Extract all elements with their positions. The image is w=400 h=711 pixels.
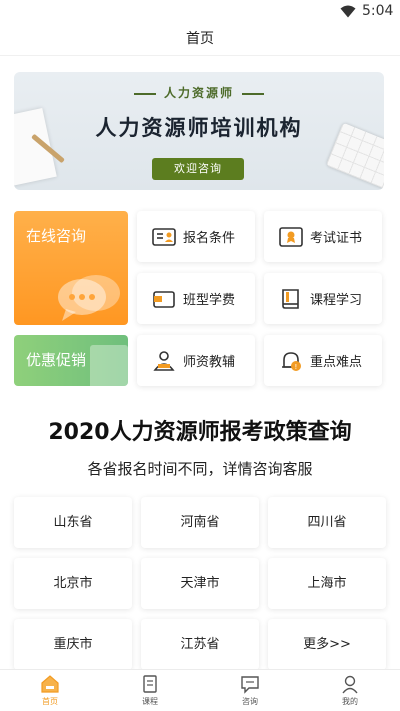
menu-key-difficulties[interactable]: ! 重点难点: [264, 335, 382, 386]
menu-enroll-conditions[interactable]: 报名条件: [137, 211, 255, 262]
alert-bell-icon: !: [282, 351, 301, 371]
wifi-icon: [340, 5, 356, 18]
province-tianjin[interactable]: 天津市: [141, 558, 259, 609]
province-sichuan[interactable]: 四川省: [268, 497, 386, 548]
menu-exam-certificate[interactable]: 考试证书: [264, 211, 382, 262]
menu-label: 考试证书: [310, 231, 363, 246]
page-title: 首页: [0, 24, 400, 56]
menu-label: 重点难点: [310, 355, 363, 370]
tab-course[interactable]: 课程: [120, 674, 180, 707]
course-icon: [143, 675, 157, 693]
tab-home[interactable]: 首页: [20, 674, 80, 707]
menu-label: 课程学习: [310, 293, 363, 308]
home-icon: [41, 675, 59, 693]
online-consult-tile[interactable]: 在线咨询: [14, 211, 128, 325]
consult-icon: [241, 676, 259, 694]
tab-label: 课程: [142, 697, 158, 706]
tab-label: 我的: [342, 697, 358, 706]
banner-title: 人力资源师培训机构: [95, 116, 303, 140]
wallet-icon: [153, 290, 175, 308]
svg-text:!: !: [295, 363, 298, 371]
banner-subtitle: 人力资源师: [14, 84, 384, 101]
online-consult-label: 在线咨询: [26, 227, 87, 245]
menu-label: 师资教辅: [183, 355, 236, 370]
id-card-icon: [152, 227, 176, 246]
menu-class-tuition[interactable]: 班型学费: [137, 273, 255, 324]
status-bar: 5:04: [0, 0, 400, 24]
menu-label: 班型学费: [183, 293, 236, 308]
document-icon: [90, 345, 128, 386]
policy-subtitle: 各省报名时间不同，详情咨询客服: [87, 460, 313, 478]
province-shanghai[interactable]: 上海市: [268, 558, 386, 609]
tab-profile[interactable]: 我的: [320, 674, 380, 707]
banner-consult-button[interactable]: 欢迎咨询: [152, 158, 244, 180]
teacher-icon: [153, 350, 175, 371]
bottom-tab-bar: 首页 课程 咨询 我的: [0, 669, 400, 711]
province-jiangsu[interactable]: 江苏省: [141, 619, 259, 670]
policy-title: 2020人力资源师报考政策查询: [48, 420, 352, 445]
promo-banner[interactable]: 人力资源师 人力资源师培训机构 欢迎咨询: [14, 72, 384, 190]
province-chongqing[interactable]: 重庆市: [14, 619, 132, 670]
province-henan[interactable]: 河南省: [141, 497, 259, 548]
menu-label: 报名条件: [183, 231, 236, 246]
promotion-tile[interactable]: 优惠促销: [14, 335, 128, 386]
chat-bubbles-icon: [58, 275, 120, 321]
tab-consult[interactable]: 咨询: [220, 674, 280, 707]
menu-teachers-materials[interactable]: 师资教辅: [137, 335, 255, 386]
certificate-icon: [279, 226, 303, 247]
tab-label: 首页: [42, 697, 58, 706]
province-beijing[interactable]: 北京市: [14, 558, 132, 609]
tab-label: 咨询: [242, 697, 258, 706]
more-provinces-button[interactable]: 更多>>: [268, 619, 386, 670]
book-icon: [282, 288, 299, 309]
menu-course-study[interactable]: 课程学习: [264, 273, 382, 324]
province-shandong[interactable]: 山东省: [14, 497, 132, 548]
profile-icon: [342, 675, 358, 694]
promotion-label: 优惠促销: [26, 351, 87, 369]
status-time: 5:04: [362, 3, 394, 19]
